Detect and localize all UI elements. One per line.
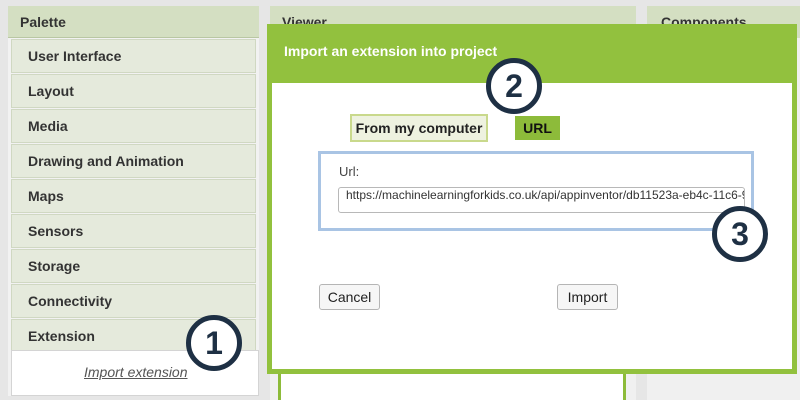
palette-category-sensors[interactable]: Sensors <box>11 214 256 248</box>
url-input[interactable]: https://machinelearningforkids.co.uk/api… <box>338 187 745 213</box>
import-button[interactable]: Import <box>557 284 618 310</box>
palette-category-drawing-animation[interactable]: Drawing and Animation <box>11 144 256 178</box>
palette-category-user-interface[interactable]: User Interface <box>11 39 256 73</box>
palette-category-layout[interactable]: Layout <box>11 74 256 108</box>
cancel-button[interactable]: Cancel <box>319 284 380 310</box>
step-1-callout: 1 <box>186 315 242 371</box>
step-2-callout: 2 <box>486 58 542 114</box>
tab-from-my-computer[interactable]: From my computer <box>350 114 488 142</box>
import-extension-link[interactable]: Import extension <box>84 364 188 380</box>
tab-url[interactable]: URL <box>515 116 560 140</box>
step-3-callout: 3 <box>712 206 768 262</box>
url-panel: Url: https://machinelearningforkids.co.u… <box>318 151 754 231</box>
url-field-label: Url: <box>339 164 360 179</box>
palette-category-media[interactable]: Media <box>11 109 256 143</box>
palette-category-storage[interactable]: Storage <box>11 249 256 283</box>
palette-category-maps[interactable]: Maps <box>11 179 256 213</box>
palette-title: Palette <box>8 6 259 38</box>
palette-category-connectivity[interactable]: Connectivity <box>11 284 256 318</box>
